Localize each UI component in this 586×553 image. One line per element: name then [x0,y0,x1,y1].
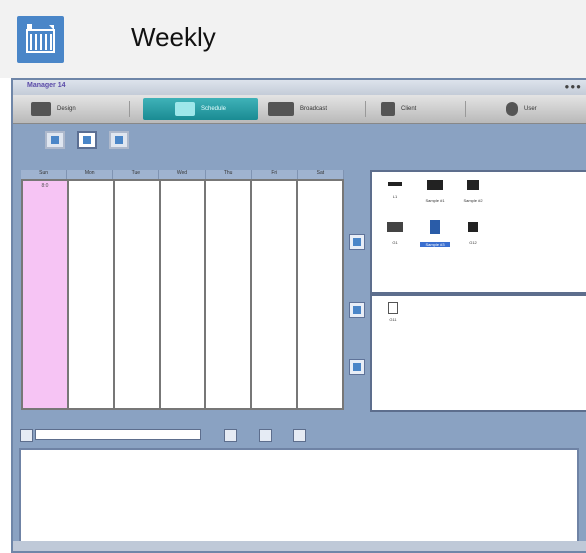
client-label: Client [401,106,417,112]
media-item-label: Sample #3 [420,242,450,247]
playlist-item[interactable]: G11 [378,302,408,322]
design-button[interactable]: Design [31,98,76,120]
day-column[interactable]: 8:0 [23,181,67,408]
page-header: Weekly [0,0,586,78]
main-toolbar: Design Schedule Broadcast Client User [13,95,586,124]
media-thumbnail [468,222,478,232]
media-item-label: G1 [392,240,398,245]
add-to-schedule-button[interactable] [349,234,365,250]
media-item[interactable]: L1 [380,182,410,199]
move-item-button[interactable] [349,302,365,318]
media-item[interactable]: Sample #1 [420,180,450,203]
refresh-button[interactable] [259,429,272,442]
window-titlebar: Manager 14 ●●● [13,80,586,95]
media-item-label: Sample #1 [425,198,445,203]
day-column[interactable] [298,181,343,408]
media-item[interactable]: G1 [380,222,410,245]
calendar-header: Sun Mon Tue Wed Thu Fri Sat [21,170,344,179]
media-thumbnail [427,180,443,190]
playlist-item-label: G11 [389,317,397,322]
daily-view-button[interactable] [45,131,65,149]
weekly-view-button[interactable] [77,131,97,149]
media-item[interactable]: Sample #2 [458,180,488,203]
schedule-button[interactable]: Schedule [143,98,258,120]
day-column[interactable] [206,181,251,408]
schedule-label: Schedule [200,106,227,112]
broadcast-icon [268,102,294,116]
day-header: Sat [298,170,344,179]
media-library-panel: L1 Sample #1 Sample #2 G1 Sample #3 G12 [370,170,586,294]
broadcast-button[interactable]: Broadcast [268,98,327,120]
media-thumbnail [467,180,479,190]
delete-button[interactable] [293,429,306,442]
day-column[interactable] [252,181,297,408]
user-icon [506,102,518,116]
day-header: Sun [21,170,68,179]
media-item-label: G12 [469,240,477,245]
media-item-label: Sample #2 [463,198,483,203]
media-item-label: L1 [392,194,398,199]
save-button[interactable] [224,429,237,442]
day-column[interactable] [160,181,205,408]
playlist-panel: G11 [370,294,586,412]
media-item[interactable]: G12 [458,222,488,245]
remove-item-button[interactable] [349,359,365,375]
name-input[interactable] [35,429,201,440]
day-header: Fri [252,170,298,179]
weekly-calendar: Sun Mon Tue Wed Thu Fri Sat 8:0 [21,170,344,410]
design-icon [31,102,51,116]
media-thumbnail [387,222,403,232]
day-header: Tue [113,170,160,179]
edit-icon[interactable] [20,429,33,442]
client-button[interactable]: Client [381,98,416,120]
details-panel [19,448,579,543]
view-switcher [13,124,586,158]
media-thumbnail [430,220,440,234]
time-slot-label: 8:0 [41,183,49,189]
status-bar [13,541,586,551]
schedule-icon [174,102,195,116]
design-label: Design [57,106,76,112]
day-column[interactable] [114,181,159,408]
day-header: Mon [67,170,114,179]
app-window: Manager 14 ●●● Design Schedule Broadcast… [11,78,586,553]
user-label: User [524,106,537,112]
broadcast-label: Broadcast [300,106,328,112]
monthly-view-button[interactable] [109,131,129,149]
weekly-calendar-icon [17,16,64,63]
media-thumbnail [388,182,402,186]
window-title: Manager 14 [27,82,66,89]
document-icon [388,302,398,314]
day-column[interactable] [68,181,113,408]
user-button[interactable]: User [506,98,537,120]
day-header: Thu [206,170,252,179]
media-item-selected[interactable]: Sample #3 [420,220,450,247]
client-icon [381,102,395,116]
bottom-toolbar [13,422,586,450]
page-title: Weekly [131,22,216,52]
day-header: Wed [159,170,206,179]
window-controls[interactable]: ●●● [565,82,583,91]
